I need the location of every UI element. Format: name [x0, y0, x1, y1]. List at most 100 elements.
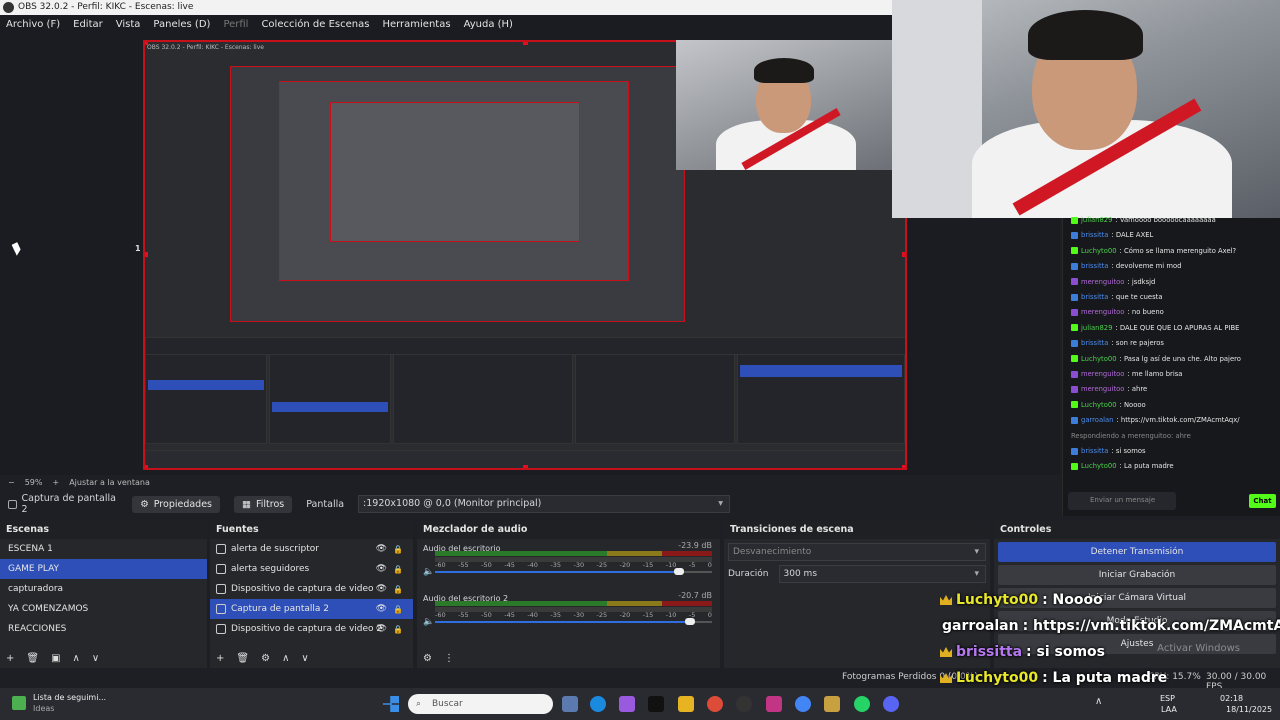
obs-icon[interactable]: [736, 696, 752, 712]
edge-icon[interactable]: [590, 696, 606, 712]
source-item[interactable]: Dispositivo de captura de video 👁 🔒: [210, 579, 413, 599]
chat-username[interactable]: merenguitoo: [1081, 278, 1124, 286]
display-select[interactable]: :1920x1080 @ 0,0 (Monitor principal): [358, 495, 730, 513]
chat-username[interactable]: Luchyto00: [1081, 462, 1117, 470]
chat-username[interactable]: merenguitoo: [1081, 385, 1124, 393]
menu-editar[interactable]: Editar: [73, 19, 103, 30]
source-item[interactable]: alerta de suscriptor 👁 🔒: [210, 539, 413, 559]
chat-username[interactable]: brissitta: [1081, 293, 1108, 301]
source-item[interactable]: Captura de pantalla 2 👁 🔒: [210, 599, 413, 619]
source-item[interactable]: alerta seguidores 👁 🔒: [210, 559, 413, 579]
resize-handle[interactable]: [523, 465, 528, 468]
chat-username[interactable]: Luchyto00: [1081, 401, 1117, 409]
chat-input[interactable]: Enviar un mensaje: [1068, 492, 1176, 510]
menu-ayuda[interactable]: Ayuda (H): [464, 19, 513, 30]
filters-button[interactable]: ▦ Filtros: [234, 495, 293, 513]
whatsapp-icon[interactable]: [854, 696, 870, 712]
file-explorer-icon[interactable]: [678, 696, 694, 712]
tray-chevron-icon[interactable]: ∧: [1095, 696, 1102, 707]
lock-icon[interactable]: 🔒: [393, 605, 403, 614]
menu-herramientas[interactable]: Herramientas: [382, 19, 450, 30]
fit-window-button[interactable]: Ajustar a la ventana: [69, 478, 150, 487]
resize-handle[interactable]: [145, 252, 148, 257]
mixer-settings-button[interactable]: ⚙: [423, 653, 432, 664]
resize-handle[interactable]: [902, 252, 905, 257]
tiktok-icon[interactable]: [648, 696, 664, 712]
lock-icon[interactable]: 🔒: [393, 585, 403, 594]
menu-perfil[interactable]: Perfil: [223, 19, 248, 30]
source-checkbox-icon[interactable]: [8, 499, 17, 509]
copilot-icon[interactable]: [619, 696, 635, 712]
scene-item[interactable]: ESCENA 1: [0, 539, 207, 559]
source-item[interactable]: Dispositivo de captura de video 2 👁 🔒: [210, 619, 413, 639]
visibility-eye-icon[interactable]: 👁: [376, 564, 387, 574]
add-scene-button[interactable]: +: [6, 653, 14, 664]
stop-streaming-button[interactable]: Detener Transmisión: [998, 542, 1276, 562]
resize-handle[interactable]: [145, 465, 148, 468]
source-settings-button[interactable]: ⚙: [261, 653, 270, 664]
clock-time[interactable]: 02:18: [1220, 694, 1243, 703]
chat-username[interactable]: merenguitoo: [1081, 370, 1124, 378]
zoom-out-button[interactable]: −: [8, 478, 15, 487]
chat-username[interactable]: garroalan: [1081, 416, 1113, 424]
chrome-icon[interactable]: [707, 696, 723, 712]
chat-username[interactable]: brissitta: [1081, 231, 1108, 239]
widget-icon[interactable]: [12, 696, 26, 710]
menu-paneles[interactable]: Paneles (D): [153, 19, 210, 30]
chat-username[interactable]: Luchyto00: [1081, 355, 1117, 363]
lock-icon[interactable]: 🔒: [393, 545, 403, 554]
scene-item[interactable]: GAME PLAY: [0, 559, 207, 579]
add-source-button[interactable]: +: [216, 653, 224, 664]
discord-icon[interactable]: [883, 696, 899, 712]
chat-username[interactable]: brissitta: [1081, 447, 1108, 455]
start-recording-button[interactable]: Iniciar Grabación: [998, 565, 1276, 585]
move-down-button[interactable]: ∨: [92, 653, 99, 664]
chat-username[interactable]: merenguitoo: [1081, 308, 1124, 316]
lock-icon[interactable]: 🔒: [393, 565, 403, 574]
duration-input[interactable]: 300 ms: [778, 565, 986, 583]
task-view-icon[interactable]: [562, 696, 578, 712]
scene-item[interactable]: YA COMENZAMOS: [0, 599, 207, 619]
menu-coleccion-escenas[interactable]: Colección de Escenas: [261, 19, 369, 30]
mixer-menu-button[interactable]: ⋮: [444, 653, 454, 664]
speaker-icon[interactable]: 🔈: [423, 567, 434, 577]
windows-start-icon[interactable]: [383, 696, 399, 712]
widget-title[interactable]: Lista de seguimi...: [33, 693, 106, 702]
game-icon[interactable]: [824, 696, 840, 712]
chat-send-button[interactable]: Chat: [1249, 494, 1276, 508]
chat-username[interactable]: julian829: [1081, 216, 1112, 224]
chat-username[interactable]: Luchyto00: [1081, 247, 1117, 255]
speaker-icon[interactable]: 🔈: [423, 617, 434, 627]
chat-panel[interactable]: julian829: Vamoooo booooocaaaaaaaa brissi…: [1062, 216, 1280, 516]
menu-vista[interactable]: Vista: [116, 19, 141, 30]
taskbar-search[interactable]: ⌕ Buscar: [408, 694, 553, 714]
transition-select[interactable]: Desvanecimiento: [728, 543, 986, 561]
scene-item[interactable]: REACCIONES: [0, 619, 207, 639]
visibility-eye-icon[interactable]: 👁: [376, 544, 387, 554]
scene-filter-button[interactable]: ▣: [51, 653, 60, 664]
volume-slider[interactable]: [435, 568, 712, 575]
visibility-eye-icon[interactable]: 👁: [376, 584, 387, 594]
zoom-in-button[interactable]: +: [52, 478, 59, 487]
chat-username[interactable]: brissitta: [1081, 262, 1108, 270]
resize-handle[interactable]: [523, 42, 528, 45]
volume-slider[interactable]: [435, 618, 712, 625]
chat-username[interactable]: brissitta: [1081, 339, 1108, 347]
instagram-icon[interactable]: [766, 696, 782, 712]
lock-icon[interactable]: 🔒: [393, 625, 403, 634]
resize-handle[interactable]: [902, 465, 905, 468]
resize-handle[interactable]: [145, 42, 148, 45]
chrome-profile-icon[interactable]: [795, 696, 811, 712]
properties-button[interactable]: ⚙ Propiedades: [132, 495, 221, 513]
menu-archivo[interactable]: Archivo (F): [6, 19, 60, 30]
chat-username[interactable]: julian829: [1081, 324, 1112, 332]
visibility-eye-icon[interactable]: 👁: [376, 624, 387, 634]
scene-item[interactable]: capturadora: [0, 579, 207, 599]
move-up-button[interactable]: ∧: [73, 653, 80, 664]
remove-scene-button[interactable]: 🗑: [26, 653, 39, 664]
language-indicator[interactable]: ESP: [1160, 694, 1175, 703]
move-up-button[interactable]: ∧: [282, 653, 289, 664]
move-down-button[interactable]: ∨: [301, 653, 308, 664]
remove-source-button[interactable]: 🗑: [236, 653, 249, 664]
visibility-eye-icon[interactable]: 👁: [376, 604, 387, 614]
